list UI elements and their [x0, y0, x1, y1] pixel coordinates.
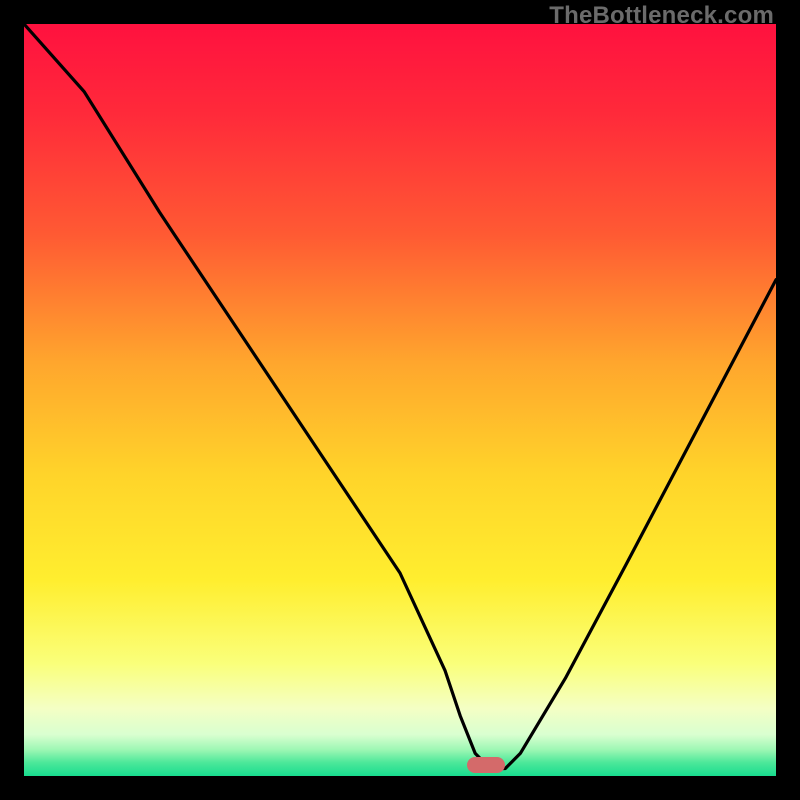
plot-area	[24, 24, 776, 776]
bottleneck-curve	[24, 24, 776, 776]
chart-frame: TheBottleneck.com	[0, 0, 800, 800]
watermark-text: TheBottleneck.com	[549, 2, 774, 30]
optimum-marker	[467, 757, 505, 773]
